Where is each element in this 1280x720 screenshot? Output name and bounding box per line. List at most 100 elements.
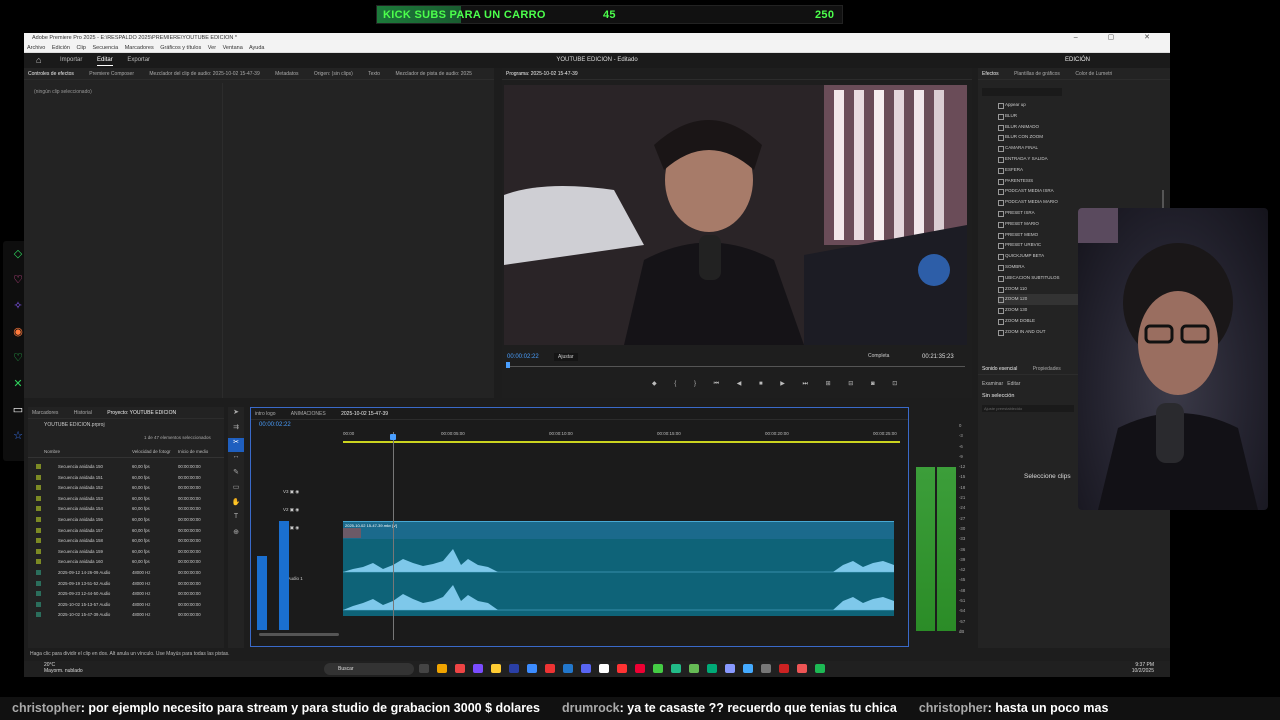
taskbar-app-icon[interactable] bbox=[563, 664, 573, 673]
project-item[interactable]: Secuencia anidada 154 60,00 fps 00:00:00:0… bbox=[28, 504, 224, 515]
menu-clip[interactable]: Clip bbox=[76, 45, 85, 51]
ripple-tool-icon[interactable]: ↔ bbox=[228, 453, 244, 467]
taskbar-app-icon[interactable] bbox=[509, 664, 519, 673]
column-name[interactable]: Nombre bbox=[44, 449, 60, 454]
video-clip[interactable]: 2025-10-02 15-47-39.mkv [V] bbox=[343, 521, 894, 539]
track-header-v2[interactable]: V2 ▣ ◉ bbox=[259, 507, 339, 513]
project-item[interactable]: Secuencia anidada 160 60,00 fps 00:00:00:0… bbox=[28, 557, 224, 568]
taskbar-app-icon[interactable] bbox=[689, 664, 699, 673]
program-timecode[interactable]: 00:00:02:22 bbox=[507, 354, 539, 360]
effect-item[interactable]: BLUR bbox=[998, 111, 1118, 122]
hand-tool-icon[interactable]: ✋ bbox=[228, 498, 244, 512]
timeline-tab-sequence[interactable]: 2025-10-02 15-47-39 bbox=[341, 411, 388, 417]
effect-item[interactable]: PODCAST MEDIA ISRA bbox=[998, 186, 1118, 197]
tab-edit[interactable]: Editar bbox=[1007, 381, 1020, 387]
taskbar-app-icon[interactable] bbox=[671, 664, 681, 673]
effects-search-input[interactable] bbox=[982, 88, 1062, 96]
project-item[interactable]: Secuencia anidada 156 60,00 fps 00:00:00:0… bbox=[28, 515, 224, 526]
tab-effect-controls[interactable]: Controles de efectos bbox=[28, 71, 74, 77]
timeline-tab-animaciones[interactable]: ANIMACIONES bbox=[291, 411, 326, 417]
menu-secuencia[interactable]: Secuencia bbox=[92, 45, 118, 51]
razor-tool-icon[interactable]: ✂ bbox=[228, 438, 244, 452]
timeline-zoom-scrollbar[interactable] bbox=[259, 633, 339, 636]
taskbar-app-icon[interactable] bbox=[797, 664, 807, 673]
audio-clip[interactable] bbox=[343, 539, 894, 616]
rectangle-tool-icon[interactable]: ▭ bbox=[228, 483, 244, 497]
track-target-v1[interactable] bbox=[279, 521, 289, 630]
selection-tool-icon[interactable]: ➤ bbox=[228, 408, 244, 422]
timeline-playhead[interactable] bbox=[390, 434, 396, 440]
taskbar-app-icon[interactable] bbox=[581, 664, 591, 673]
program-tab[interactable]: Programa: 2025-10-02 15-47-39 bbox=[506, 71, 578, 77]
track-header-v1[interactable]: V1 ▣ ◉ bbox=[259, 525, 339, 531]
effect-item[interactable]: CAMARA FINAL bbox=[998, 143, 1118, 154]
tab-source[interactable]: Origen: (sin clips) bbox=[314, 71, 353, 77]
taskbar-app-icon[interactable] bbox=[761, 664, 771, 673]
timeline-tab-intro[interactable]: intro logo bbox=[255, 411, 276, 417]
taskbar-app-icon[interactable] bbox=[545, 664, 555, 673]
taskbar-app-icon[interactable] bbox=[743, 664, 753, 673]
taskbar-app-icon[interactable] bbox=[599, 664, 609, 673]
tab-essential-sound[interactable]: Sonido esencial bbox=[982, 366, 1017, 372]
zoom-tool-icon[interactable]: ⊕ bbox=[228, 528, 244, 542]
project-item[interactable]: 2025-09-12 14-26-09 Audio 48000 Hz 00:00:0… bbox=[28, 568, 224, 579]
effect-item[interactable]: PARENTESIS bbox=[998, 176, 1118, 187]
effect-item[interactable]: BLUR CON ZOOM bbox=[998, 132, 1118, 143]
quality-select[interactable]: Completa bbox=[868, 353, 889, 359]
tab-audio-clip-mixer[interactable]: Mezclador del clip de audio: 2025-10-02 … bbox=[149, 71, 259, 77]
tab-graphic-templates[interactable]: Plantillas de gráficos bbox=[1014, 71, 1060, 77]
pen-tool-icon[interactable]: ✎ bbox=[228, 468, 244, 482]
tab-project[interactable]: Proyecto: YOUTUBE EDICION bbox=[107, 410, 176, 416]
menu-edicion[interactable]: Edición bbox=[52, 45, 70, 51]
menu-graficos[interactable]: Gráficos y títulos bbox=[160, 45, 201, 51]
taskbar-app-icon[interactable] bbox=[491, 664, 501, 673]
taskbar-app-icon[interactable] bbox=[419, 664, 429, 673]
menu-marcadores[interactable]: Marcadores bbox=[125, 45, 154, 51]
menu-ver[interactable]: Ver bbox=[208, 45, 216, 51]
taskbar-app-icon[interactable] bbox=[437, 664, 447, 673]
taskbar-app-icon[interactable] bbox=[527, 664, 537, 673]
project-item[interactable]: Secuencia anidada 157 60,00 fps 00:00:00:0… bbox=[28, 526, 224, 537]
taskbar-app-icon[interactable] bbox=[653, 664, 663, 673]
effect-item[interactable]: PODCAST MEDIA MARIO bbox=[998, 197, 1118, 208]
timeline-timecode[interactable]: 00:00:02:22 bbox=[259, 422, 291, 428]
taskbar-app-icon[interactable] bbox=[707, 664, 717, 673]
track-select-icon[interactable]: ⇉ bbox=[228, 423, 244, 437]
project-item[interactable]: 2025-09-19 13-51-52 Audio 48000 Hz 00:00:0… bbox=[28, 579, 224, 590]
tab-lumetri[interactable]: Color de Lumetri bbox=[1075, 71, 1112, 77]
project-item[interactable]: Secuencia anidada 159 60,00 fps 00:00:00:0… bbox=[28, 547, 224, 558]
taskbar-app-icon[interactable] bbox=[725, 664, 735, 673]
tab-premiere-composer[interactable]: Premiere Composer bbox=[89, 71, 134, 77]
clock[interactable]: 9:37 PM 10/2/2025 bbox=[1132, 662, 1154, 674]
tab-text[interactable]: Texto bbox=[368, 71, 380, 77]
project-item[interactable]: Secuencia anidada 158 60,00 fps 00:00:00:0… bbox=[28, 536, 224, 547]
taskbar-app-icon[interactable] bbox=[815, 664, 825, 673]
preset-select[interactable]: Ajuste preestablecido bbox=[982, 405, 1074, 412]
taskbar-search[interactable]: Buscar bbox=[324, 663, 414, 675]
taskbar-app-icon[interactable] bbox=[455, 664, 465, 673]
menu-ayuda[interactable]: Ayuda bbox=[249, 45, 265, 51]
project-item[interactable]: Secuencia anidada 151 60,00 fps 00:00:00:0… bbox=[28, 473, 224, 484]
weather-widget[interactable]: 20°C Mayorm. nublado bbox=[44, 662, 83, 674]
project-item[interactable]: Secuencia anidada 150 60,00 fps 00:00:00:0… bbox=[28, 462, 224, 473]
menu-archivo[interactable]: Archivo bbox=[27, 45, 45, 51]
taskbar-app-icon[interactable] bbox=[635, 664, 645, 673]
effect-item[interactable]: Appear up bbox=[998, 100, 1118, 111]
project-item[interactable]: 2025-09-23 12-44-50 Audio 48000 Hz 00:00:0… bbox=[28, 589, 224, 600]
program-scrub-bar[interactable] bbox=[507, 366, 965, 370]
source-patch-a1[interactable] bbox=[257, 556, 267, 630]
time-ruler[interactable]: 00:00 00:00:05:00 00:00:10:00 00:00:15:0… bbox=[343, 429, 900, 443]
taskbar-app-icon[interactable] bbox=[617, 664, 627, 673]
tab-history[interactable]: Historial bbox=[74, 410, 92, 416]
column-start[interactable]: Inicio de medio bbox=[178, 449, 208, 454]
project-item[interactable]: Secuencia anidada 153 60,00 fps 00:00:00:0… bbox=[28, 494, 224, 505]
column-fps[interactable]: Velocidad de fotogr bbox=[132, 449, 171, 454]
menu-ventana[interactable]: Ventana bbox=[223, 45, 243, 51]
track-header-a1[interactable]: A1 Audio 1 bbox=[259, 576, 339, 581]
taskbar-app-icon[interactable] bbox=[779, 664, 789, 673]
taskbar-app-icon[interactable] bbox=[473, 664, 483, 673]
tab-markers[interactable]: Marcadores bbox=[32, 410, 58, 416]
transport-controls[interactable]: ◆ { } ⏮ ◀ ■ ▶ ⏭ ⊞ ⊟ ◙ ⊡ bbox=[652, 380, 905, 388]
tab-effects[interactable]: Efectos bbox=[982, 71, 999, 77]
project-item[interactable]: 2025-10-02 15-13-57 Audio 48000 Hz 00:00:0… bbox=[28, 600, 224, 611]
